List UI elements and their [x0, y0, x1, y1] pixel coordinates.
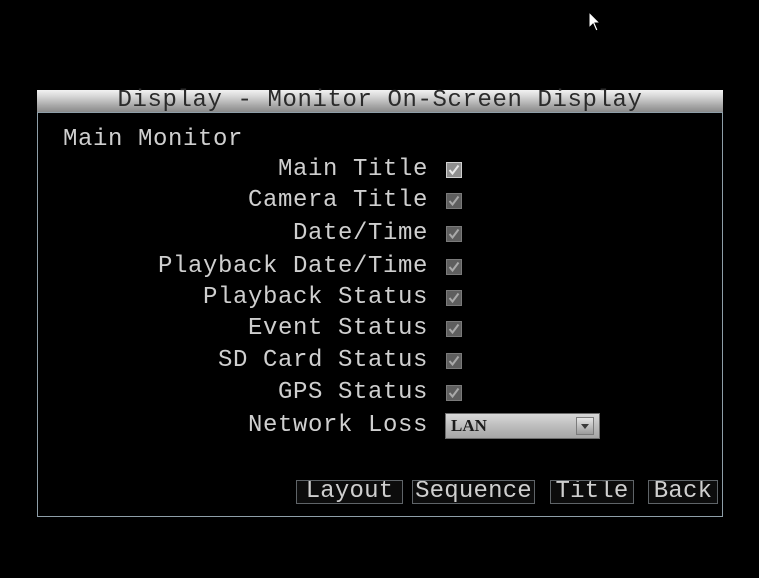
dialog-title: Display - Monitor On-Screen Display [117, 87, 643, 114]
event-status-checkbox[interactable] [446, 321, 462, 337]
osd-dialog: Display - Monitor On-Screen Display Main… [37, 87, 723, 517]
network-loss-value: LAN [451, 416, 487, 435]
option-label-gps-status: GPS Status [277, 379, 428, 406]
option-label-sd-card-status: SD Card Status [217, 347, 428, 374]
option-label-playback-date-time: Playback Date/Time [157, 253, 428, 280]
chevron-down-icon[interactable] [576, 417, 594, 435]
section-heading-main-monitor: Main Monitor [63, 126, 244, 153]
sd-card-status-checkbox[interactable] [446, 353, 462, 369]
network-loss-select[interactable]: LAN [445, 413, 600, 439]
date-time-checkbox[interactable] [446, 226, 462, 242]
gps-status-checkbox[interactable] [446, 385, 462, 401]
title-button[interactable]: Title [550, 480, 634, 504]
camera-title-checkbox[interactable] [446, 193, 462, 209]
option-label-date-time: Date/Time [292, 220, 428, 247]
mouse-cursor-icon [588, 10, 602, 33]
dialog-title-bar: Display - Monitor On-Screen Display [37, 87, 723, 114]
playback-status-checkbox[interactable] [446, 290, 462, 306]
sequence-button[interactable]: Sequence [412, 480, 535, 504]
option-label-camera-title: Camera Title [247, 187, 428, 214]
layout-button[interactable]: Layout [296, 480, 403, 504]
option-label-playback-status: Playback Status [202, 284, 428, 311]
option-label-network-loss: Network Loss [247, 412, 428, 439]
option-label-main-title: Main Title [277, 156, 428, 183]
main-title-checkbox[interactable] [446, 162, 462, 178]
option-label-event-status: Event Status [247, 315, 428, 342]
playback-date-time-checkbox[interactable] [446, 259, 462, 275]
back-button[interactable]: Back [648, 480, 718, 504]
